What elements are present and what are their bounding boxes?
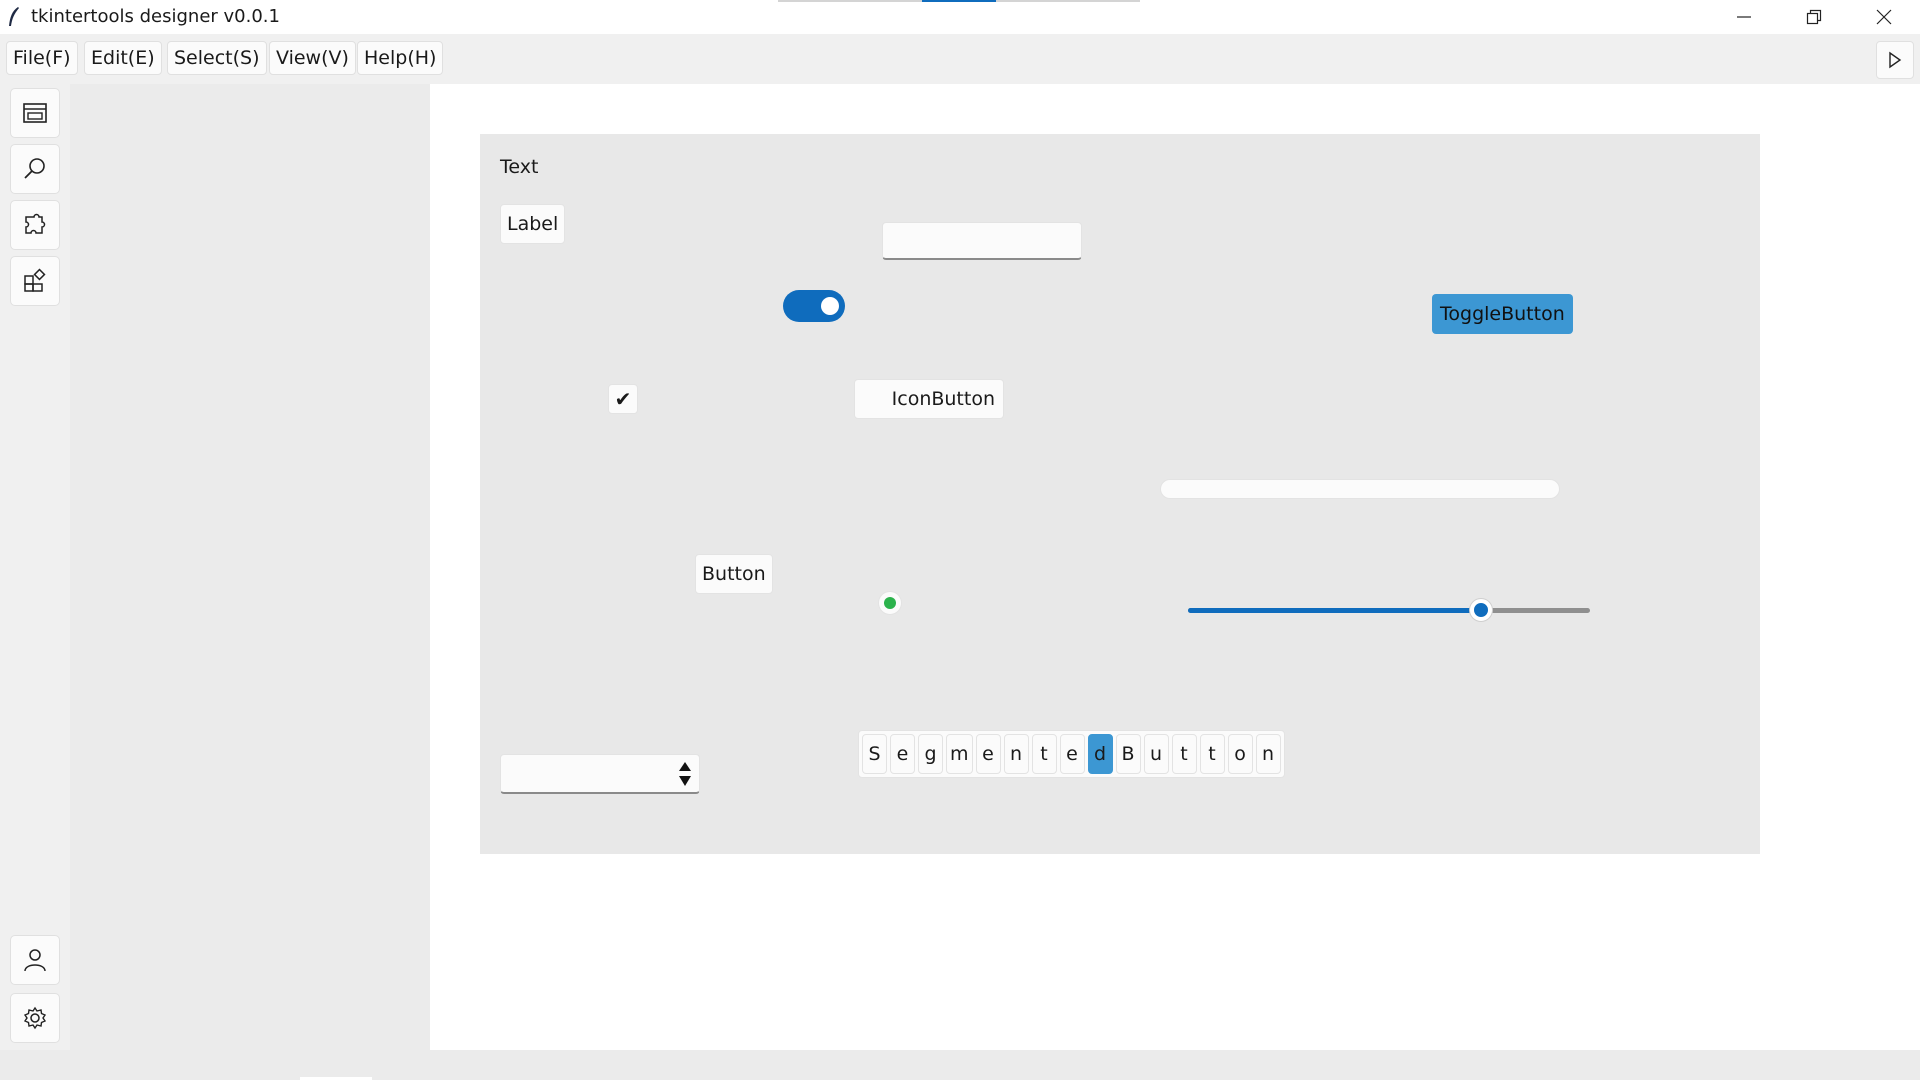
title-bar: tkintertools designer v0.0.1 <box>0 0 1920 34</box>
radio-button[interactable] <box>878 591 902 615</box>
switch-knob <box>821 297 839 315</box>
entry-field[interactable] <box>882 222 1082 260</box>
close-button[interactable] <box>1849 0 1919 34</box>
segment-item[interactable]: d <box>1087 734 1113 774</box>
menu-select[interactable]: Select(S) <box>167 41 267 75</box>
puzzle-icon <box>25 213 46 234</box>
segment-item[interactable]: o <box>1227 734 1253 774</box>
close-icon <box>1876 9 1892 25</box>
segment-item[interactable]: S <box>862 734 887 774</box>
drag-region <box>778 0 922 2</box>
design-canvas[interactable]: Text Label ToggleButton ✔ IconButton But… <box>480 134 1760 854</box>
button-widget[interactable]: Button <box>695 554 773 594</box>
checkbox[interactable]: ✔ <box>608 384 638 414</box>
radio-dot <box>884 597 896 609</box>
segment-item[interactable]: e <box>1059 734 1085 774</box>
menu-file[interactable]: File(F) <box>6 41 78 75</box>
user-icon <box>24 949 46 972</box>
restore-icon <box>1806 9 1822 25</box>
segment-item[interactable]: n <box>1255 734 1281 774</box>
label-widget[interactable]: Label <box>500 204 566 244</box>
menu-edit[interactable]: Edit(E) <box>84 41 162 75</box>
minimize-button[interactable] <box>1709 0 1779 34</box>
widgets-button[interactable] <box>10 256 60 306</box>
menu-view[interactable]: View(V) <box>269 41 356 75</box>
spinbox[interactable] <box>500 754 700 794</box>
restore-button[interactable] <box>1779 0 1849 34</box>
segment-item[interactable]: e <box>890 734 915 774</box>
scale-fill <box>1188 608 1482 613</box>
search-button[interactable] <box>10 144 60 194</box>
run-button[interactable] <box>1876 41 1914 79</box>
plugins-button[interactable] <box>10 200 60 250</box>
play-icon <box>1889 51 1902 69</box>
minimize-icon <box>1737 16 1751 18</box>
segment-item[interactable]: g <box>918 734 943 774</box>
spin-arrows-icon[interactable] <box>677 759 693 789</box>
drag-region-active <box>922 0 996 2</box>
scale-slider[interactable] <box>1188 598 1590 622</box>
segment-item[interactable]: t <box>1199 734 1225 774</box>
segment-item[interactable]: B <box>1115 734 1141 774</box>
icon-button[interactable]: IconButton <box>854 379 1004 419</box>
scale-thumb[interactable] <box>1470 599 1493 621</box>
segment-item[interactable]: u <box>1143 734 1169 774</box>
switch-toggle[interactable] <box>783 290 845 322</box>
widgets-icon <box>24 268 46 292</box>
settings-button[interactable] <box>10 993 60 1043</box>
account-button[interactable] <box>10 935 60 985</box>
progress-bar <box>1160 479 1560 499</box>
segment-item[interactable]: t <box>1171 734 1197 774</box>
segment-item[interactable]: t <box>1031 734 1057 774</box>
drag-region <box>996 0 1140 2</box>
status-bar <box>0 1050 1920 1080</box>
feather-icon <box>9 7 19 26</box>
segment-item[interactable]: n <box>1003 734 1029 774</box>
segmented-button[interactable]: SegmentedButton <box>858 730 1285 778</box>
segment-item[interactable]: e <box>975 734 1001 774</box>
segment-item[interactable]: m <box>946 734 973 774</box>
explorer-button[interactable] <box>10 88 60 138</box>
search-icon <box>24 158 45 179</box>
menu-bar: File(F) Edit(E) Select(S) View(V) Help(H… <box>0 34 1920 83</box>
window-title: tkintertools designer v0.0.1 <box>31 6 280 27</box>
toggle-button[interactable]: ToggleButton <box>1432 294 1573 334</box>
window-icon <box>23 103 47 123</box>
menu-help[interactable]: Help(H) <box>357 41 444 75</box>
text-widget[interactable]: Text <box>500 156 538 178</box>
tool-panel <box>70 84 430 1050</box>
gear-icon <box>23 1006 47 1030</box>
